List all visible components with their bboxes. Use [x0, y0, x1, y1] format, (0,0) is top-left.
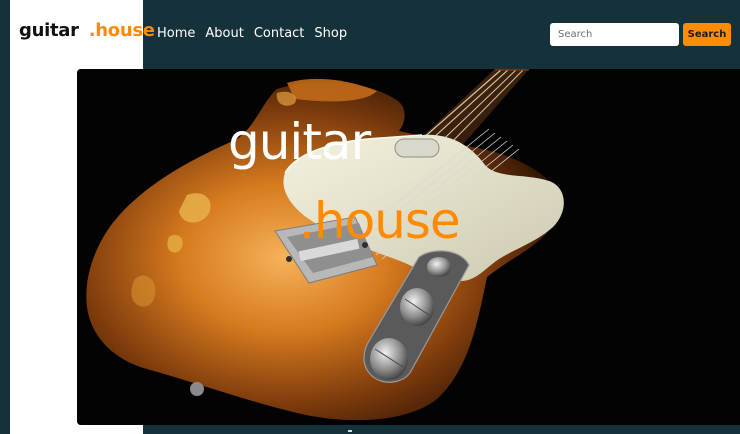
left-edge-strip	[0, 0, 10, 434]
nav-link-shop[interactable]: Shop	[314, 26, 347, 41]
logo-word-guitar: guitar	[19, 20, 79, 41]
nav-link-contact[interactable]: Contact	[254, 26, 305, 41]
logo[interactable]: guitar .house	[19, 20, 155, 41]
nav-link-about[interactable]: About	[205, 26, 243, 41]
search-input[interactable]	[550, 23, 679, 46]
nav-link-home[interactable]: Home	[157, 26, 195, 41]
logo-container[interactable]: guitar .house	[10, 0, 155, 68]
hero-title-house: .house	[299, 192, 461, 250]
hero-banner: guitar .house	[77, 69, 740, 425]
hero-title-guitar: guitar	[228, 113, 371, 171]
logo-word-house: .house	[88, 20, 155, 41]
page: guitar .house Home About Contact Shop Sea…	[0, 0, 740, 434]
bottom-marker	[348, 430, 352, 432]
search-button[interactable]: Search	[683, 23, 731, 46]
main-nav: Home About Contact Shop	[157, 26, 347, 41]
